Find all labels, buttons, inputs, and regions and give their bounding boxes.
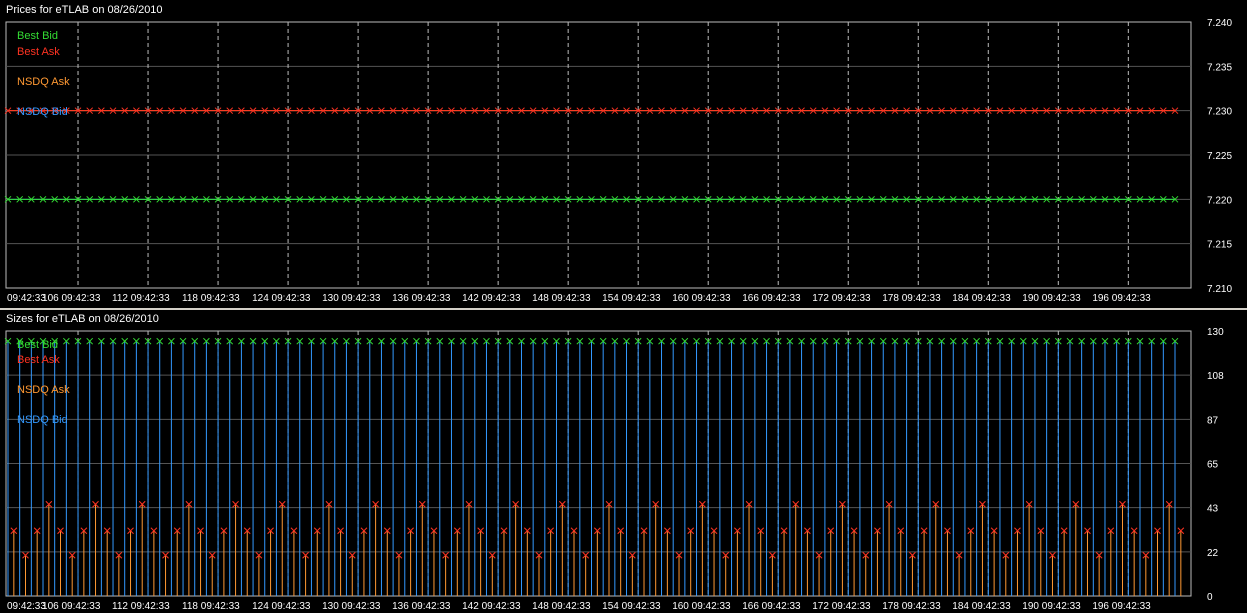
legend-entry: NSDQ Ask — [17, 384, 70, 396]
y-tick-label: 7.215 — [1207, 240, 1232, 251]
x-tick-label: 124 09:42:33 — [252, 601, 311, 612]
y-tick-label: 7.230 — [1207, 107, 1232, 118]
legend-entry: Best Bid — [17, 30, 58, 42]
x-tick-label: 154 09:42:33 — [602, 601, 661, 612]
x-tick-label: 196 09:42:33 — [1092, 601, 1151, 612]
y-tick-label: 130 — [1207, 327, 1224, 338]
x-tick-label: 136 09:42:33 — [392, 293, 451, 304]
y-tick-label: 43 — [1207, 504, 1219, 515]
y-tick-label: 7.235 — [1207, 62, 1232, 73]
y-tick-label: 22 — [1207, 548, 1219, 559]
price-panel: Prices for eTLAB on 08/26/2010 7.240 7.23… — [0, 0, 1247, 308]
legend-entry: NSDQ Bid — [17, 414, 68, 426]
y-tick-label: 7.220 — [1207, 195, 1232, 206]
y-tick-label: 7.240 — [1207, 18, 1232, 29]
x-tick-label: 09:42:33 — [7, 293, 46, 304]
x-tick-label: 130 09:42:33 — [322, 293, 381, 304]
y-tick-label: 7.225 — [1207, 151, 1232, 162]
legend-entry: Best Bid — [17, 339, 58, 351]
y-tick-label: 65 — [1207, 460, 1219, 471]
x-tick-label: 106 09:42:33 — [42, 293, 101, 304]
x-tick-label: 118 09:42:33 — [182, 293, 240, 304]
x-tick-label: 184 09:42:33 — [952, 293, 1011, 304]
x-tick-label: 106 09:42:33 — [42, 601, 101, 612]
legend-entry: Best Ask — [17, 354, 60, 366]
x-tick-label: 136 09:42:33 — [392, 601, 451, 612]
x-tick-label: 178 09:42:33 — [882, 601, 941, 612]
y-tick-label: 0 — [1207, 592, 1213, 603]
x-tick-label: 112 09:42:33 — [112, 601, 170, 612]
x-tick-label: 130 09:42:33 — [322, 601, 381, 612]
x-tick-label: 148 09:42:33 — [532, 293, 591, 304]
size-panel: Sizes for eTLAB on 08/26/2010 130 108 87 65… — [0, 310, 1247, 613]
x-tick-label: 142 09:42:33 — [462, 601, 521, 612]
y-tick-label: 7.210 — [1207, 284, 1232, 295]
size-chart: 130 108 87 65 43 22 0 09:42:33106 09:42:33 112 0… — [4, 327, 1224, 612]
legend-entry: NSDQ Bid — [17, 106, 68, 118]
y-tick-label: 108 — [1207, 371, 1224, 382]
x-tick-label: 118 09:42:33 — [182, 601, 240, 612]
x-tick-label: 154 09:42:33 — [602, 293, 661, 304]
x-tick-label: 172 09:42:33 — [812, 293, 871, 304]
x-tick-label: 124 09:42:33 — [252, 293, 311, 304]
x-tick-label: 190 09:42:33 — [1022, 293, 1081, 304]
x-tick-label: 160 09:42:33 — [672, 293, 731, 304]
x-tick-label: 178 09:42:33 — [882, 293, 941, 304]
x-tick-label: 112 09:42:33 — [112, 293, 170, 304]
x-tick-label: 172 09:42:33 — [812, 601, 871, 612]
legend-entry: NSDQ Ask — [17, 76, 70, 88]
x-tick-label: 190 09:42:33 — [1022, 601, 1081, 612]
price-chart: 7.240 7.235 7.230 7.225 7.220 7.215 7.210 09:42… — [4, 18, 1232, 304]
x-tick-label: 196 09:42:33 — [1092, 293, 1151, 304]
y-tick-label: 87 — [1207, 415, 1219, 426]
x-tick-label: 142 09:42:33 — [462, 293, 521, 304]
legend-entry: Best Ask — [17, 46, 60, 58]
x-tick-label: 184 09:42:33 — [952, 601, 1011, 612]
x-tick-label: 166 09:42:33 — [742, 293, 801, 304]
x-tick-label: 160 09:42:33 — [672, 601, 731, 612]
x-tick-label: 09:42:33 — [7, 601, 46, 612]
x-tick-label: 166 09:42:33 — [742, 601, 801, 612]
x-tick-label: 148 09:42:33 — [532, 601, 591, 612]
